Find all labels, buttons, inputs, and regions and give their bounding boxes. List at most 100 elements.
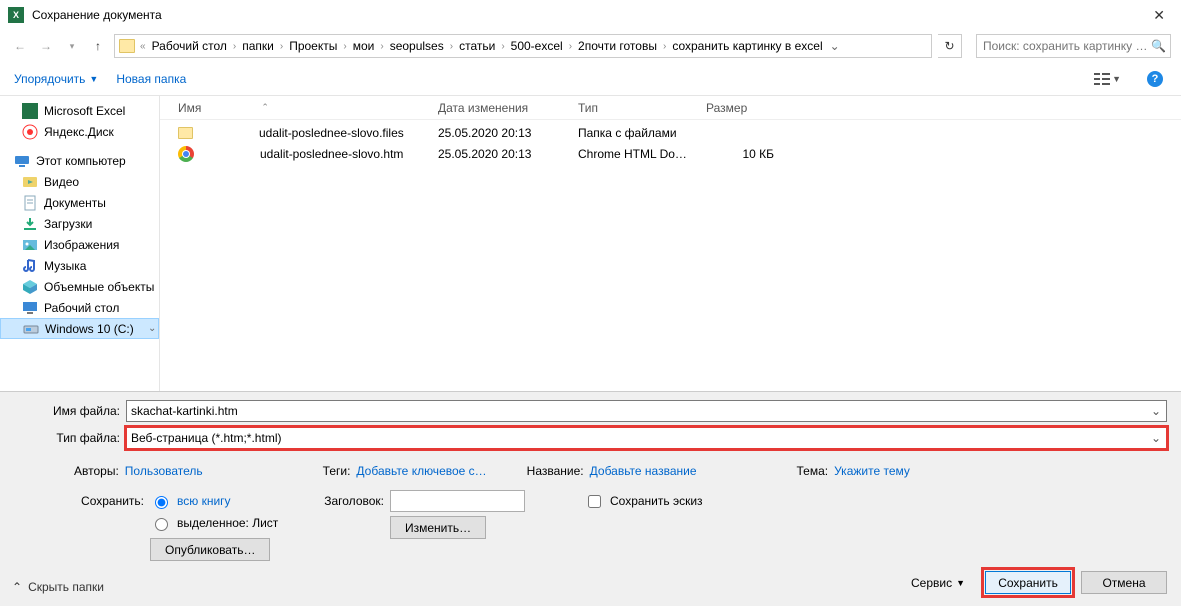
change-button[interactable]: Изменить… <box>390 516 486 539</box>
save-thumbnail-checkbox[interactable] <box>588 495 601 508</box>
save-scope-label: Сохранить: <box>74 494 144 508</box>
filename-value: skachat-kartinki.htm <box>131 404 238 418</box>
chevron-down-icon: ▼ <box>956 578 965 588</box>
tree-3d-objects[interactable]: Объемные объекты <box>0 276 159 297</box>
title-value[interactable]: Добавьте название <box>590 464 697 478</box>
search-icon: 🔍 <box>1151 39 1166 53</box>
close-button[interactable]: ✕ <box>1145 3 1173 28</box>
chevron-right-icon: › <box>500 41 505 52</box>
file-row[interactable]: udalit-poslednee-slovo.htm 25.05.2020 20… <box>172 143 1181 164</box>
col-name-label: Имя <box>178 101 201 115</box>
tree-this-pc[interactable]: Этот компьютер <box>0 150 159 171</box>
file-row[interactable]: udalit-poslednee-slovo.files 25.05.2020 … <box>172 122 1181 143</box>
tree-downloads[interactable]: Загрузки <box>0 213 159 234</box>
breadcrumb-item[interactable]: 500-excel <box>508 39 566 53</box>
save-selection-radio[interactable] <box>155 518 168 531</box>
breadcrumb-item[interactable]: 2почти готовы <box>575 39 660 53</box>
tree-desktop[interactable]: Рабочий стол <box>0 297 159 318</box>
tree-microsoft-excel[interactable]: Microsoft Excel <box>0 100 159 121</box>
back-button[interactable]: ← <box>10 36 30 56</box>
column-name-header[interactable]: Имя⌃ <box>172 101 432 115</box>
excel-icon <box>22 103 38 119</box>
filetype-select[interactable]: Веб-страница (*.htm;*.html) ⌄ <box>126 427 1167 449</box>
authors-value[interactable]: Пользователь <box>125 464 203 478</box>
up-button[interactable]: ↑ <box>88 36 108 56</box>
save-button[interactable]: Сохранить <box>985 571 1071 594</box>
tree-label: Музыка <box>44 259 86 273</box>
chevron-down-icon[interactable]: ⌄ <box>1148 403 1164 419</box>
chevron-right-icon: › <box>342 41 347 52</box>
save-whole-radio[interactable] <box>155 496 168 509</box>
title-label: Название: <box>527 464 584 478</box>
pictures-icon <box>22 237 38 253</box>
file-list[interactable]: Имя⌃ Дата изменения Тип Размер udalit-po… <box>160 96 1181 391</box>
tree-music[interactable]: Музыка <box>0 255 159 276</box>
breadcrumb-item[interactable]: папки <box>239 39 277 53</box>
tree-videos[interactable]: Видео <box>0 171 159 192</box>
search-box[interactable]: 🔍 <box>976 34 1171 58</box>
chevron-right-icon: › <box>662 41 667 52</box>
filename-input[interactable]: skachat-kartinki.htm ⌄ <box>126 400 1167 422</box>
organize-menu[interactable]: Упорядочить ▼ <box>14 72 98 86</box>
file-date: 25.05.2020 20:13 <box>432 126 572 140</box>
filename-label: Имя файла: <box>14 404 126 418</box>
view-menu[interactable]: ▼ <box>1090 70 1125 88</box>
breadcrumb-item[interactable]: seopulses <box>387 39 447 53</box>
file-type: Папка с файлами <box>572 126 700 140</box>
tools-menu[interactable]: Сервис ▼ <box>911 576 965 590</box>
address-dropdown[interactable]: ⌄ <box>826 39 844 53</box>
tools-label: Сервис <box>911 576 952 590</box>
hide-folders-toggle[interactable]: ⌃ Скрыть папки <box>12 580 104 594</box>
download-icon <box>22 216 38 232</box>
tags-value[interactable]: Добавьте ключевое с… <box>356 464 486 478</box>
filetype-label: Тип файла: <box>14 431 126 445</box>
chevron-up-icon: ⌃ <box>12 580 22 594</box>
column-date-header[interactable]: Дата изменения <box>432 101 572 115</box>
tree-label: Изображения <box>44 238 119 252</box>
cancel-button[interactable]: Отмена <box>1081 571 1167 594</box>
file-name: udalit-poslednee-slovo.files <box>259 126 404 140</box>
tree-yandex-disk[interactable]: Яндекс.Диск <box>0 121 159 142</box>
tags-label: Теги: <box>323 464 351 478</box>
refresh-button[interactable]: ↻ <box>938 34 962 58</box>
chevron-down-icon: ▼ <box>89 74 98 84</box>
tree-label: Windows 10 (C:) <box>45 322 134 336</box>
column-size-header[interactable]: Размер <box>700 101 780 115</box>
save-whole-label[interactable]: всю книгу <box>177 494 231 508</box>
new-folder-button[interactable]: Новая папка <box>116 72 186 86</box>
file-type: Chrome HTML Do… <box>572 147 700 161</box>
chrome-icon <box>178 146 194 162</box>
theme-label: Тема: <box>797 464 829 478</box>
chevron-down-icon[interactable]: ⌄ <box>1148 430 1164 446</box>
breadcrumb-item[interactable]: Рабочий стол <box>149 39 230 53</box>
chevron-right-icon: › <box>568 41 573 52</box>
drive-icon <box>23 321 39 337</box>
file-name: udalit-poslednee-slovo.htm <box>260 147 403 161</box>
tree-pictures[interactable]: Изображения <box>0 234 159 255</box>
publish-button[interactable]: Опубликовать… <box>150 538 270 561</box>
chevron-right-icon: › <box>449 41 454 52</box>
authors-label: Авторы: <box>74 464 119 478</box>
address-bar[interactable]: « Рабочий стол› папки› Проекты› мои› seo… <box>114 34 932 58</box>
recent-dropdown[interactable]: ▾ <box>62 36 82 56</box>
forward-button[interactable]: → <box>36 36 56 56</box>
header-input[interactable] <box>390 490 525 512</box>
column-type-header[interactable]: Тип <box>572 101 700 115</box>
organize-label: Упорядочить <box>14 72 85 86</box>
tree-documents[interactable]: Документы <box>0 192 159 213</box>
search-input[interactable] <box>981 38 1151 54</box>
tree-drive-c[interactable]: Windows 10 (C:)⌄ <box>0 318 159 339</box>
chevron-down-icon: ▼ <box>1112 74 1121 84</box>
docs-icon <box>22 195 38 211</box>
navigation-tree[interactable]: Microsoft Excel Яндекс.Диск Этот компьют… <box>0 96 160 391</box>
folder-icon <box>119 39 135 53</box>
tree-label: Документы <box>44 196 106 210</box>
chevron-right-icon: › <box>379 41 384 52</box>
breadcrumb-item[interactable]: сохранить картинку в excel <box>669 39 825 53</box>
help-button[interactable]: ? <box>1143 69 1167 89</box>
chevron-right-icon: › <box>279 41 284 52</box>
theme-value[interactable]: Укажите тему <box>834 464 910 478</box>
breadcrumb-item[interactable]: Проекты <box>286 39 340 53</box>
breadcrumb-item[interactable]: мои <box>350 39 378 53</box>
breadcrumb-item[interactable]: статьи <box>456 39 498 53</box>
